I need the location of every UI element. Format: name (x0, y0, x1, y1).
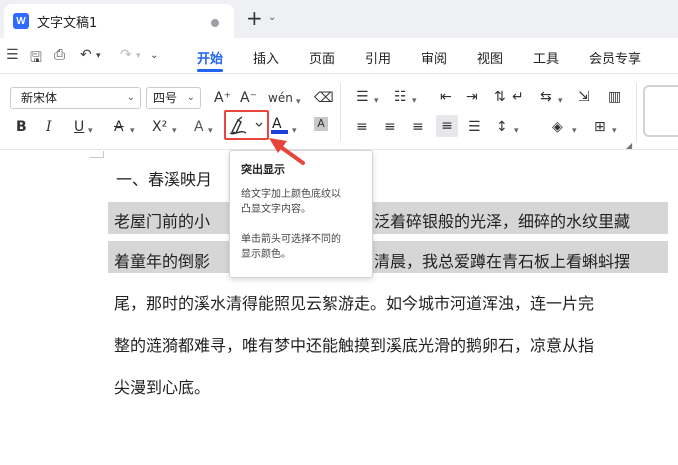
distributed-align-icon[interactable]: ☰ (468, 119, 481, 135)
margin-corner-mark (90, 151, 104, 158)
save-icon[interactable]: 🖫 (30, 47, 42, 71)
chevron-down-icon: ⌄ (126, 92, 135, 103)
wps-writer-icon: W (13, 13, 29, 29)
font-size-select[interactable]: 四号 ⌄ (146, 87, 201, 109)
decrease-indent-icon[interactable]: ⇤ (440, 89, 452, 105)
bullet-list-dropdown[interactable]: ▾ (374, 93, 379, 109)
paragraph-line[interactable]: 泛着碎银般的光泽，细碎的水纹里藏 (374, 208, 630, 232)
increase-indent-icon[interactable]: ⇥ (466, 89, 478, 105)
font-color-dropdown[interactable]: ▾ (292, 123, 297, 139)
highlight-button[interactable] (224, 110, 269, 140)
bold-button[interactable]: B (16, 119, 27, 135)
sort-icon[interactable]: ⇅ (494, 89, 506, 105)
numbered-list-icon[interactable]: ☷ (394, 89, 407, 105)
font-size-value: 四号 (153, 91, 178, 105)
chevron-down-icon[interactable]: ⌄ (150, 50, 158, 61)
paragraph-line[interactable]: 整的涟漪都难寻，唯有梦中还能触摸到溪底光滑的鹅卵石，凉意从指 (114, 332, 594, 356)
align-left-icon[interactable]: ≡ (356, 119, 368, 135)
bullet-list-icon[interactable]: ☰ (356, 89, 369, 105)
paragraph-line[interactable]: 老屋门前的小 (114, 208, 210, 232)
title-bar: W 文字文稿1 + ⌄ (0, 0, 678, 38)
menu-bar: ☰ 🖫 ⎙ ↶ ▾ ↷ ▾ ⌄ 开始 插入 页面 引用 审阅 视图 工具 会员专… (0, 38, 678, 74)
tooltip-line: 单击箭头可选择不同的 (241, 234, 341, 245)
text-effect-button[interactable]: A (194, 119, 204, 135)
print-preview-icon[interactable]: ⎙ (54, 47, 65, 63)
underline-button[interactable]: U (74, 119, 84, 135)
font-dialog-launcher[interactable]: ◢ (626, 141, 632, 150)
tab-home[interactable]: 开始 (197, 48, 223, 67)
unsaved-dot-icon[interactable] (211, 19, 219, 27)
shrink-font-button[interactable]: A⁻ (240, 90, 257, 106)
line-spacing-dropdown[interactable]: ▾ (514, 123, 519, 139)
border-icon[interactable]: ⊞ (594, 119, 606, 135)
active-tab-indicator (197, 69, 223, 72)
tooltip-line: 凸显文字内容。 (241, 204, 311, 215)
section-heading[interactable]: 一、春溪映月 (116, 166, 212, 190)
redo-dropdown[interactable]: ▾ (136, 51, 141, 61)
group-separator (340, 83, 341, 141)
phonetic-guide-button[interactable]: wén (268, 90, 293, 106)
tab-insert[interactable]: 插入 (253, 48, 279, 67)
tab-member[interactable]: 会员专享 (589, 48, 641, 67)
numbered-list-dropdown[interactable]: ▾ (412, 93, 417, 109)
undo-dropdown[interactable]: ▾ (96, 51, 101, 61)
paragraph-line[interactable]: 着童年的倒影 (114, 248, 210, 272)
chevron-down-icon: ⌄ (186, 92, 195, 103)
tooltip-line: 显示颜色。 (241, 249, 291, 260)
font-name-value: 新宋体 (21, 91, 58, 105)
grow-font-button[interactable]: A⁺ (214, 90, 231, 106)
tab-review[interactable]: 审阅 (421, 48, 447, 67)
tooltip-title: 突出显示 (241, 163, 285, 176)
font-color-swatch (271, 130, 288, 134)
clear-format-icon[interactable]: ⌫ (314, 90, 334, 106)
tab-page[interactable]: 页面 (309, 48, 335, 67)
document-title: 文字文稿1 (37, 15, 98, 31)
strikethrough-button[interactable]: A (114, 119, 124, 135)
phonetic-dropdown[interactable]: ▾ (296, 94, 301, 110)
paragraph-marks-icon[interactable]: ↵ (512, 89, 524, 105)
tab-references[interactable]: 引用 (365, 48, 391, 67)
text-direction-icon[interactable]: ⇆ (540, 89, 552, 105)
superscript-button[interactable]: X² (152, 119, 167, 135)
superscript-dropdown[interactable]: ▾ (172, 123, 177, 139)
border-dropdown[interactable]: ▾ (612, 123, 617, 139)
paragraph-line[interactable]: 尾，那时的溪水清得能照见云絮游走。如今城市河道浑浊，连一片完 (114, 290, 594, 314)
underline-dropdown[interactable]: ▾ (88, 123, 93, 139)
highlighter-icon (229, 116, 263, 135)
document-tab[interactable]: W 文字文稿1 (4, 4, 234, 38)
menu-icon[interactable]: ☰ (6, 47, 19, 63)
undo-icon[interactable]: ↶ (80, 47, 92, 63)
justify-icon[interactable]: ≡ (436, 115, 458, 137)
align-right-icon[interactable]: ≡ (412, 119, 424, 135)
redo-icon[interactable]: ↷ (120, 47, 132, 63)
tooltip-line: 给文字加上颜色底纹以 (241, 189, 341, 200)
new-tab-button[interactable]: + (246, 8, 263, 28)
character-shading-button[interactable]: A (314, 117, 328, 131)
align-center-icon[interactable]: ≡ (384, 119, 396, 135)
group-separator (636, 83, 637, 141)
paragraph-line[interactable]: 清晨，我总爱蹲在青石板上看蝌蚪摆 (374, 248, 630, 272)
font-name-select[interactable]: 新宋体 ⌄ (10, 87, 141, 109)
tab-view[interactable]: 视图 (477, 48, 503, 67)
text-direction-dropdown[interactable]: ▾ (558, 93, 563, 109)
new-tab-dropdown[interactable]: ⌄ (268, 12, 276, 23)
tab-tools[interactable]: 工具 (533, 48, 559, 67)
line-spacing-icon[interactable]: ↕ (496, 119, 508, 135)
text-effect-dropdown[interactable]: ▾ (208, 123, 213, 139)
style-gallery[interactable] (643, 85, 678, 137)
ribbon: 新宋体 ⌄ 四号 ⌄ A⁺ A⁻ wén ▾ ⌫ B I U ▾ A ▾ X² … (0, 75, 678, 150)
paragraph-line[interactable]: 尖漫到心底。 (114, 374, 210, 398)
column-icon[interactable]: ▥ (608, 89, 621, 105)
paragraph-shading-icon[interactable]: ◈ (552, 119, 563, 135)
highlight-tooltip: 突出显示 给文字加上颜色底纹以 凸显文字内容。 单击箭头可选择不同的 显示颜色。 (229, 150, 373, 278)
italic-button[interactable]: I (46, 119, 52, 135)
strikethrough-dropdown[interactable]: ▾ (130, 123, 135, 139)
paragraph-shading-dropdown[interactable]: ▾ (572, 123, 577, 139)
line-break-icon[interactable]: ⇲ (578, 89, 590, 105)
